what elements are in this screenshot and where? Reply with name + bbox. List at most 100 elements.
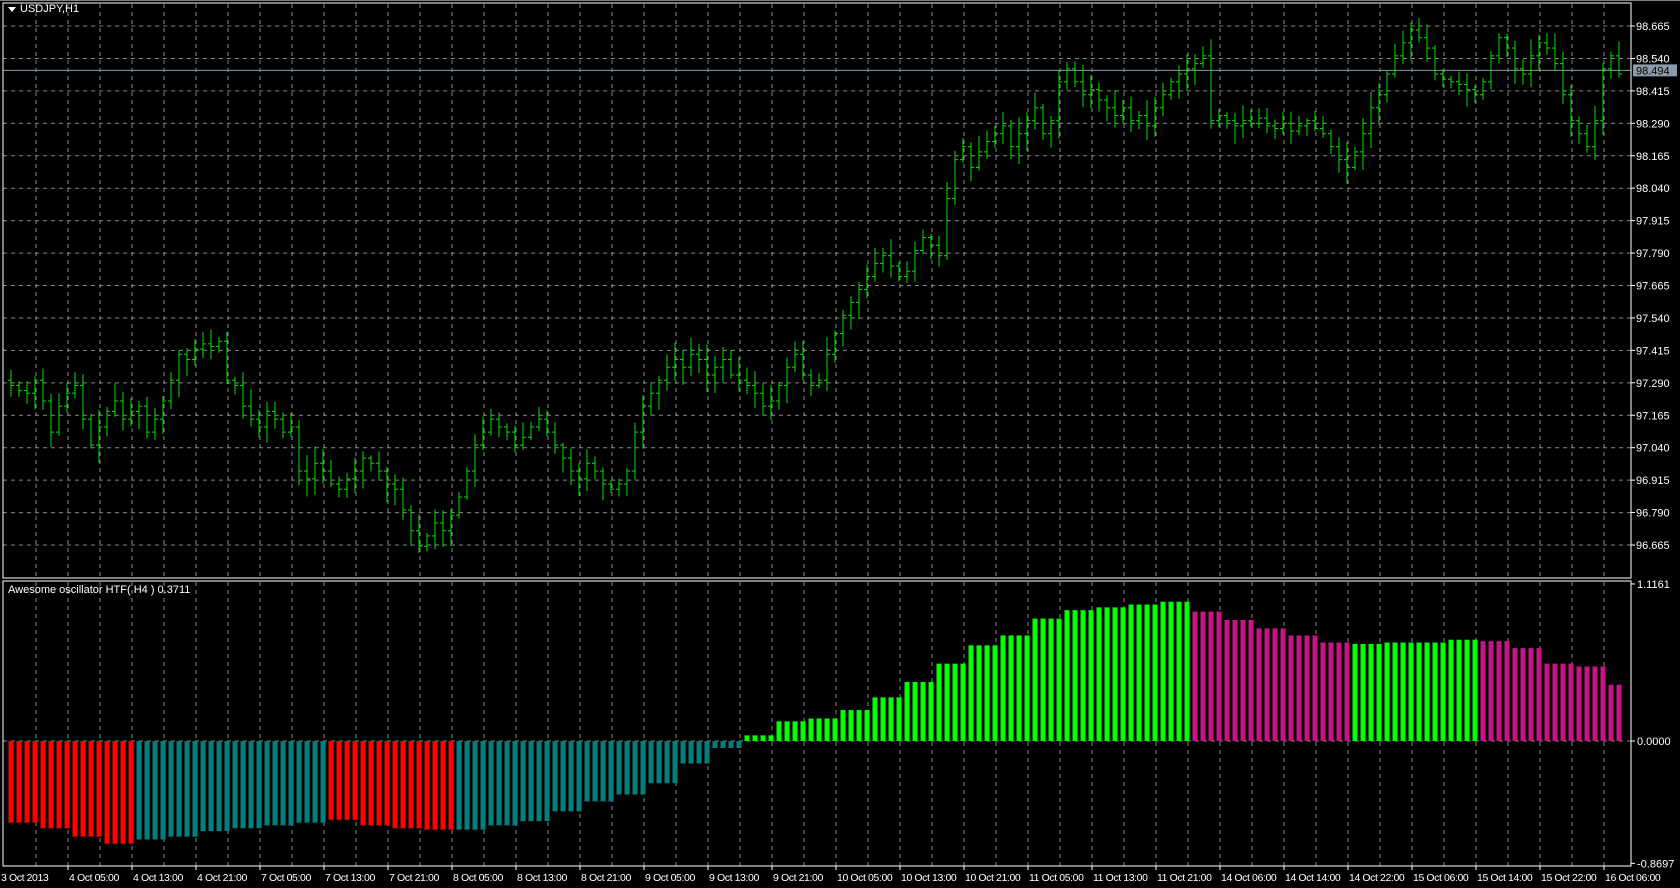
oscillator-bar bbox=[1608, 684, 1614, 741]
time-axis-label: 9 Oct 05:00 bbox=[645, 872, 695, 884]
oscillator-bar bbox=[856, 710, 862, 741]
time-axis-label: 11 Oct 05:00 bbox=[1029, 872, 1084, 884]
oscillator-bar bbox=[1256, 628, 1262, 741]
oscillator-bar bbox=[1280, 628, 1286, 741]
oscillator-bar bbox=[192, 741, 198, 837]
symbol-text: USDJPY,H1 bbox=[20, 3, 80, 15]
oscillator-bar bbox=[104, 741, 110, 844]
oscillator-bar bbox=[656, 741, 662, 784]
oscillator-bar bbox=[1448, 639, 1454, 741]
time-axis-label: 14 Oct 22:00 bbox=[1349, 872, 1405, 884]
dropdown-triangle-icon[interactable] bbox=[8, 6, 16, 12]
oscillator-bar bbox=[464, 741, 470, 830]
price-axis-label: 98.540 bbox=[1636, 53, 1670, 65]
oscillator-bar bbox=[408, 741, 414, 829]
oscillator-bar bbox=[976, 645, 982, 741]
time-axis-label: 10 Oct 13:00 bbox=[901, 872, 957, 884]
oscillator-bar bbox=[1544, 663, 1550, 741]
time-axis-label: 4 Oct 13:00 bbox=[133, 872, 183, 884]
oscillator-bar bbox=[632, 741, 638, 795]
oscillator-bar bbox=[368, 741, 374, 826]
oscillator-bar bbox=[944, 663, 950, 741]
time-axis-label: 11 Oct 13:00 bbox=[1093, 872, 1148, 884]
oscillator-bar bbox=[424, 741, 430, 830]
oscillator-bar bbox=[400, 741, 406, 829]
oscillator-bar bbox=[864, 710, 870, 741]
oscillator-bar bbox=[792, 721, 798, 741]
oscillator-bar bbox=[1528, 648, 1534, 741]
oscillator-bar bbox=[384, 741, 390, 826]
price-axis-label: 97.290 bbox=[1636, 378, 1670, 390]
oscillator-bar bbox=[392, 741, 398, 829]
oscillator-bar bbox=[1568, 663, 1574, 741]
oscillator-bar bbox=[352, 741, 358, 820]
oscillator-bar bbox=[1032, 618, 1038, 741]
oscillator-bar bbox=[1392, 642, 1398, 741]
price-axis-label: 98.665 bbox=[1636, 21, 1670, 33]
oscillator-bar bbox=[176, 741, 182, 837]
oscillator-bar bbox=[336, 741, 342, 820]
oscillator-bar bbox=[48, 741, 54, 829]
oscillator-bar bbox=[1192, 611, 1198, 741]
oscillator-bar bbox=[840, 710, 846, 741]
chart-window[interactable]: 98.665 98.540 98.415 98.290 98.165 98.040 97.9… bbox=[0, 0, 1680, 888]
oscillator-bar bbox=[624, 741, 630, 795]
time-axis-label: 10 Oct 05:00 bbox=[837, 872, 893, 884]
oscillator-bar bbox=[1000, 635, 1006, 741]
oscillator-bar bbox=[1400, 642, 1406, 741]
oscillator-bar bbox=[760, 735, 766, 741]
oscillator-bar bbox=[1536, 648, 1542, 741]
oscillator-bar bbox=[96, 741, 102, 837]
oscillator-bar bbox=[648, 741, 654, 784]
symbol-label[interactable]: USDJPY,H1 bbox=[8, 3, 79, 15]
oscillator-bar bbox=[1552, 663, 1558, 741]
oscillator-bar bbox=[1040, 618, 1046, 741]
oscillator-bar bbox=[1216, 611, 1222, 741]
window-top-border bbox=[0, 0, 1680, 1]
price-axis-label: 98.415 bbox=[1636, 86, 1670, 98]
price-axis-label: 96.665 bbox=[1636, 540, 1670, 552]
time-axis-label: 9 Oct 21:00 bbox=[773, 872, 823, 884]
oscillator-bar bbox=[280, 741, 286, 826]
time-axis-label: 8 Oct 13:00 bbox=[517, 872, 567, 884]
oscillator-bar bbox=[1224, 619, 1230, 741]
oscillator-bar bbox=[304, 741, 310, 823]
oscillator-bar bbox=[80, 741, 86, 837]
oscillator-bar bbox=[440, 741, 446, 830]
time-axis-label: 4 Oct 21:00 bbox=[197, 872, 247, 884]
oscillator-bar bbox=[880, 697, 886, 741]
oscillator-bar bbox=[1312, 635, 1318, 741]
price-axis-label: 96.915 bbox=[1636, 475, 1670, 487]
indicator-axis-label: 0.0000 bbox=[1637, 736, 1671, 748]
oscillator-bar bbox=[1104, 607, 1110, 741]
oscillator-bar bbox=[736, 741, 742, 749]
oscillator-bar bbox=[920, 681, 926, 741]
oscillator-bar bbox=[592, 741, 598, 802]
oscillator-bar bbox=[208, 741, 214, 832]
oscillator-bar bbox=[1176, 601, 1182, 741]
oscillator-bar bbox=[1128, 604, 1134, 741]
oscillator-bar bbox=[904, 681, 910, 741]
oscillator-bar bbox=[912, 681, 918, 741]
oscillator-bar bbox=[704, 741, 710, 764]
oscillator-bar bbox=[168, 741, 174, 837]
oscillator-bar bbox=[264, 741, 270, 826]
oscillator-bar bbox=[1272, 628, 1278, 741]
oscillator-bar bbox=[960, 663, 966, 741]
oscillator-bar bbox=[1088, 610, 1094, 741]
oscillator-bar bbox=[328, 741, 334, 820]
oscillator-bar bbox=[1408, 642, 1414, 741]
oscillator-bar bbox=[1056, 618, 1062, 741]
oscillator-bar bbox=[928, 681, 934, 741]
oscillator-bar bbox=[1072, 610, 1078, 741]
indicator-title: Awesome oscillator HTF( H4 ) 0.3711 bbox=[8, 584, 191, 596]
oscillator-bar bbox=[1328, 642, 1334, 741]
price-axis-label: 96.790 bbox=[1636, 508, 1670, 520]
oscillator-bar bbox=[1584, 666, 1590, 741]
oscillator-bar bbox=[1232, 619, 1238, 741]
oscillator-bar bbox=[1248, 619, 1254, 741]
oscillator-bar bbox=[1096, 607, 1102, 741]
oscillator-bar bbox=[1376, 643, 1382, 741]
oscillator-bar bbox=[1160, 601, 1166, 741]
oscillator-bar bbox=[1152, 604, 1158, 741]
